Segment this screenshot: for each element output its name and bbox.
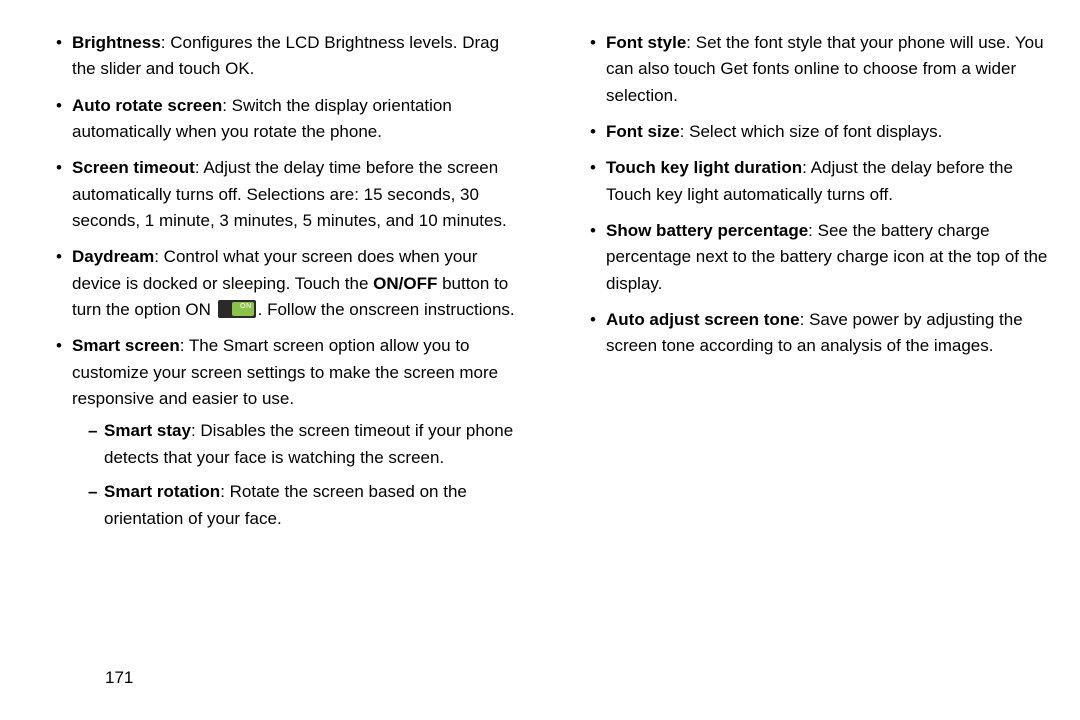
two-column-layout: Brightness: Configures the LCD Brightnes… — [0, 0, 1080, 542]
term-brightness: Brightness — [72, 33, 161, 52]
term-battery-percentage: Show battery percentage — [606, 221, 808, 240]
bullet-font-size: Font size: Select which size of font dis… — [594, 119, 1050, 145]
term-font-style: Font style — [606, 33, 686, 52]
term-daydream: Daydream — [72, 247, 154, 266]
bullet-touch-key-light: Touch key light duration: Adjust the del… — [594, 155, 1050, 208]
bullet-auto-rotate: Auto rotate screen: Switch the display o… — [60, 93, 516, 146]
page-number: 171 — [105, 668, 133, 688]
bullet-daydream: Daydream: Control what your screen does … — [60, 244, 516, 323]
term-auto-rotate: Auto rotate screen — [72, 96, 222, 115]
term-auto-adjust-tone: Auto adjust screen tone — [606, 310, 800, 329]
toggle-on-icon: ON — [218, 300, 256, 318]
desc-daydream-post: . Follow the onscreen instructions. — [258, 300, 515, 319]
bullet-brightness: Brightness: Configures the LCD Brightnes… — [60, 30, 516, 83]
desc-font-size: : Select which size of font displays. — [680, 122, 943, 141]
bullet-smart-screen: Smart screen: The Smart screen option al… — [60, 333, 516, 531]
term-smart-stay: Smart stay — [104, 421, 191, 440]
bullet-font-style: Font style: Set the font style that your… — [594, 30, 1050, 109]
right-bullet-list: Font style: Set the font style that your… — [564, 30, 1050, 360]
term-smart-rotation: Smart rotation — [104, 482, 220, 501]
right-column: Font style: Set the font style that your… — [564, 30, 1050, 542]
left-column: Brightness: Configures the LCD Brightnes… — [30, 30, 516, 542]
subbullet-smart-stay: Smart stay: Disables the screen timeout … — [90, 418, 516, 471]
term-screen-timeout: Screen timeout — [72, 158, 195, 177]
bullet-screen-timeout: Screen timeout: Adjust the delay time be… — [60, 155, 516, 234]
subbullet-smart-rotation: Smart rotation: Rotate the screen based … — [90, 479, 516, 532]
toggle-state-text: ON — [240, 302, 252, 313]
term-smart-screen: Smart screen — [72, 336, 180, 355]
bullet-battery-percentage: Show battery percentage: See the battery… — [594, 218, 1050, 297]
term-font-size: Font size — [606, 122, 680, 141]
manual-page: Brightness: Configures the LCD Brightnes… — [0, 0, 1080, 720]
term-touch-key-light: Touch key light duration — [606, 158, 802, 177]
bullet-auto-adjust-tone: Auto adjust screen tone: Save power by a… — [594, 307, 1050, 360]
smart-screen-sublist: Smart stay: Disables the screen timeout … — [72, 418, 516, 531]
left-bullet-list: Brightness: Configures the LCD Brightnes… — [30, 30, 516, 532]
onoff-label: ON/OFF — [373, 274, 437, 293]
